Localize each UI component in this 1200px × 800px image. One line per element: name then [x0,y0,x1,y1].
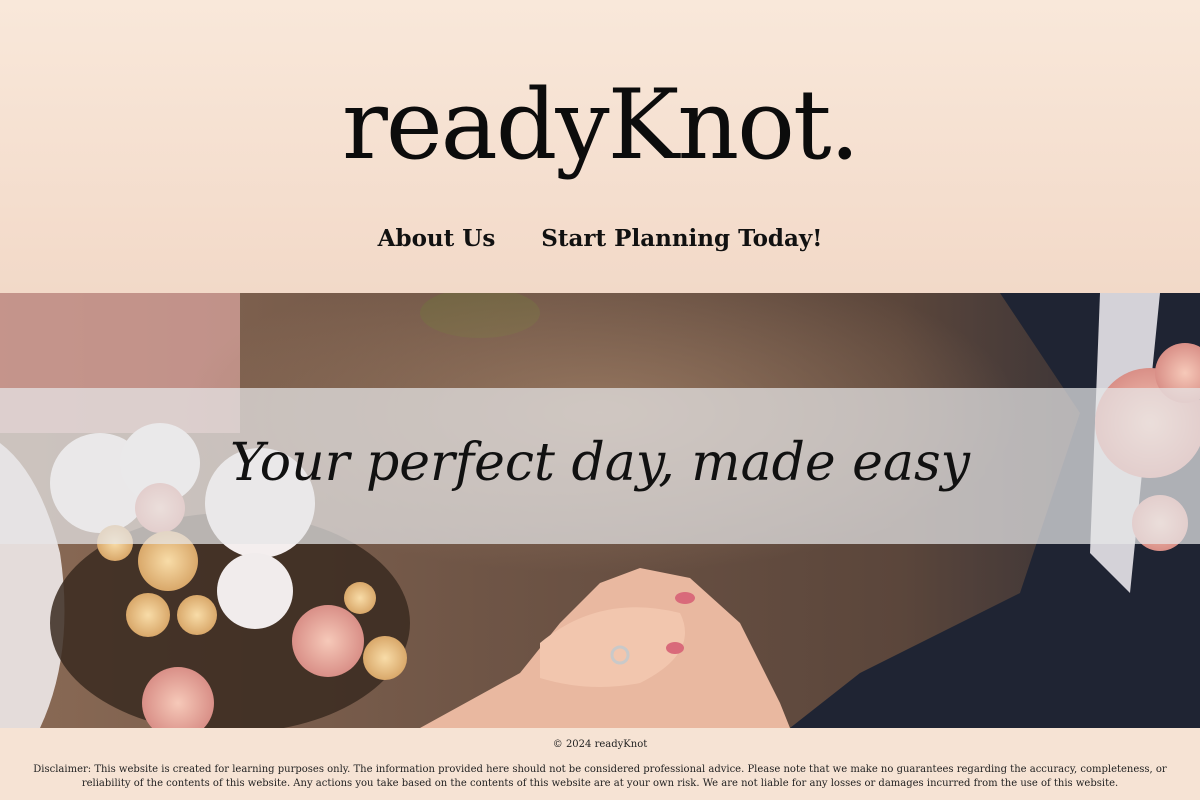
main-nav: About Us Start Planning Today! [0,222,1200,256]
hero-banner: Your perfect day, made easy [0,293,1200,728]
site-logo[interactable]: readyKnot. [0,70,1200,180]
nav-link-start-planning[interactable]: Start Planning Today! [541,222,822,256]
nav-link-about-us[interactable]: About Us [378,222,496,256]
disclaimer-text: Disclaimer: This website is created for … [33,764,1167,789]
site-header: readyKnot. About Us Start Planning Today… [0,0,1200,293]
site-footer: © 2024 readyKnot Disclaimer: This websit… [0,728,1200,800]
copyright-text: © 2024 readyKnot [552,739,648,750]
hero-tagline: Your perfect day, made easy [229,433,971,493]
